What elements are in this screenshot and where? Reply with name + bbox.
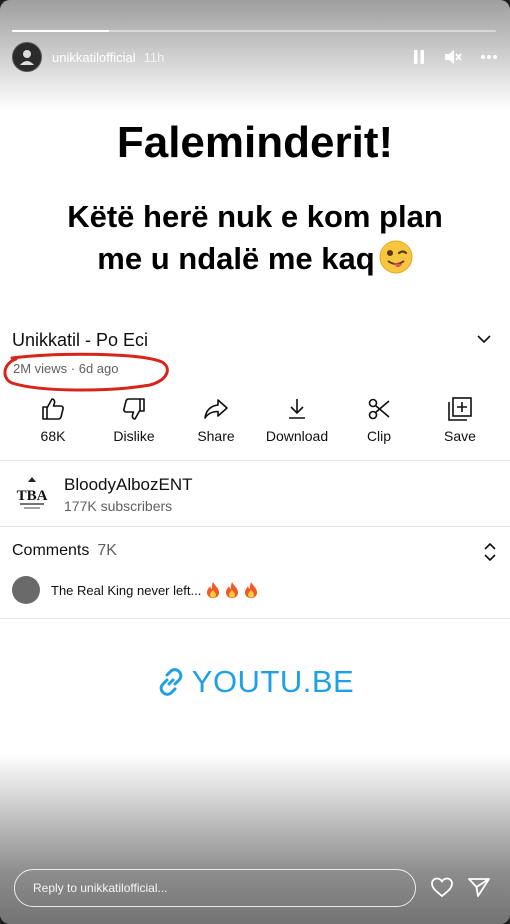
mute-icon[interactable]: [444, 49, 462, 65]
expand-collapse-icon[interactable]: [482, 542, 498, 562]
like-count: 68K: [40, 428, 66, 444]
story-headline: Faleminderit!: [116, 118, 394, 167]
channel-logo-text: TBA: [17, 488, 48, 504]
download-icon: [289, 399, 305, 419]
story-progress-fill: [12, 30, 109, 32]
story-subline-2-text: me u ndalë me kaq: [97, 241, 375, 276]
heart-icon[interactable]: [430, 876, 454, 898]
video-meta: 2M views · 6d ago: [13, 361, 119, 376]
reply-placeholder: Reply to unikkatilofficial...: [33, 881, 168, 895]
download-button[interactable]: Download: [257, 396, 337, 444]
comments-header[interactable]: Comments 7K: [12, 542, 117, 560]
post-time: 11h: [143, 49, 165, 65]
story-subline-1: Këtë herë nuk e kom plan: [67, 199, 443, 234]
top-comment[interactable]: The Real King never left...: [12, 576, 259, 604]
story-subline-2: me u ndalë me kaq: [0, 238, 510, 280]
comment-text: The Real King never left...: [51, 582, 202, 598]
share-button[interactable]: Share: [176, 396, 256, 444]
send-icon[interactable]: [467, 876, 491, 898]
more-options-icon[interactable]: [480, 54, 498, 60]
channel-row[interactable]: TBA BloodyAlbozENT 177K subscribers: [12, 474, 193, 514]
save-button[interactable]: Save: [420, 396, 500, 444]
story-subtext: Këtë herë nuk e kom plan me u ndalë me k…: [0, 196, 510, 280]
thumbs-up-icon: [42, 398, 64, 420]
channel-logo[interactable]: TBA: [12, 474, 52, 514]
username[interactable]: unikkatilofficial: [52, 50, 136, 65]
reply-input[interactable]: Reply to unikkatilofficial...: [14, 869, 416, 907]
story-progress-bar: [12, 30, 496, 32]
fire-icon: [207, 582, 220, 598]
thumbs-down-icon: [123, 398, 145, 420]
download-label: Download: [265, 428, 329, 444]
share-icon: [204, 399, 228, 419]
fire-icon: [245, 582, 258, 598]
divider: [0, 526, 510, 527]
clip-button[interactable]: Clip: [339, 396, 419, 444]
scissors-icon: [368, 398, 390, 420]
chevron-down-icon[interactable]: [476, 334, 492, 344]
dislike-label: Dislike: [113, 428, 155, 444]
channel-name[interactable]: BloodyAlbozENT: [64, 475, 193, 495]
share-label: Share: [197, 428, 235, 444]
comments-label: Comments: [12, 542, 90, 559]
winking-face-with-tongue-icon: [379, 240, 413, 274]
dislike-button[interactable]: Dislike: [94, 396, 174, 444]
pause-icon[interactable]: [412, 49, 426, 65]
commenter-avatar: [12, 576, 40, 604]
user-avatar[interactable]: [12, 42, 42, 72]
link-icon: [159, 668, 183, 696]
like-button[interactable]: 68K: [13, 396, 93, 444]
clip-label: Clip: [366, 428, 392, 444]
fire-icon: [226, 582, 239, 598]
link-sticker[interactable]: YOUTU.BE: [0, 664, 510, 700]
add-to-playlist-icon: [448, 397, 472, 421]
video-actions: 68K Dislike Share Download Clip Save: [0, 396, 510, 446]
link-text: YOUTU.BE: [191, 664, 355, 699]
video-title[interactable]: Unikkatil - Po Eci: [12, 330, 148, 351]
comments-count: 7K: [97, 542, 117, 559]
divider: [0, 460, 510, 461]
story-frame: unikkatilofficial 11h Faleminderit! Këtë…: [0, 0, 510, 924]
channel-subscribers: 177K subscribers: [64, 497, 173, 514]
save-label: Save: [444, 428, 476, 444]
divider: [0, 618, 510, 619]
story-header: unikkatilofficial 11h: [12, 42, 498, 72]
